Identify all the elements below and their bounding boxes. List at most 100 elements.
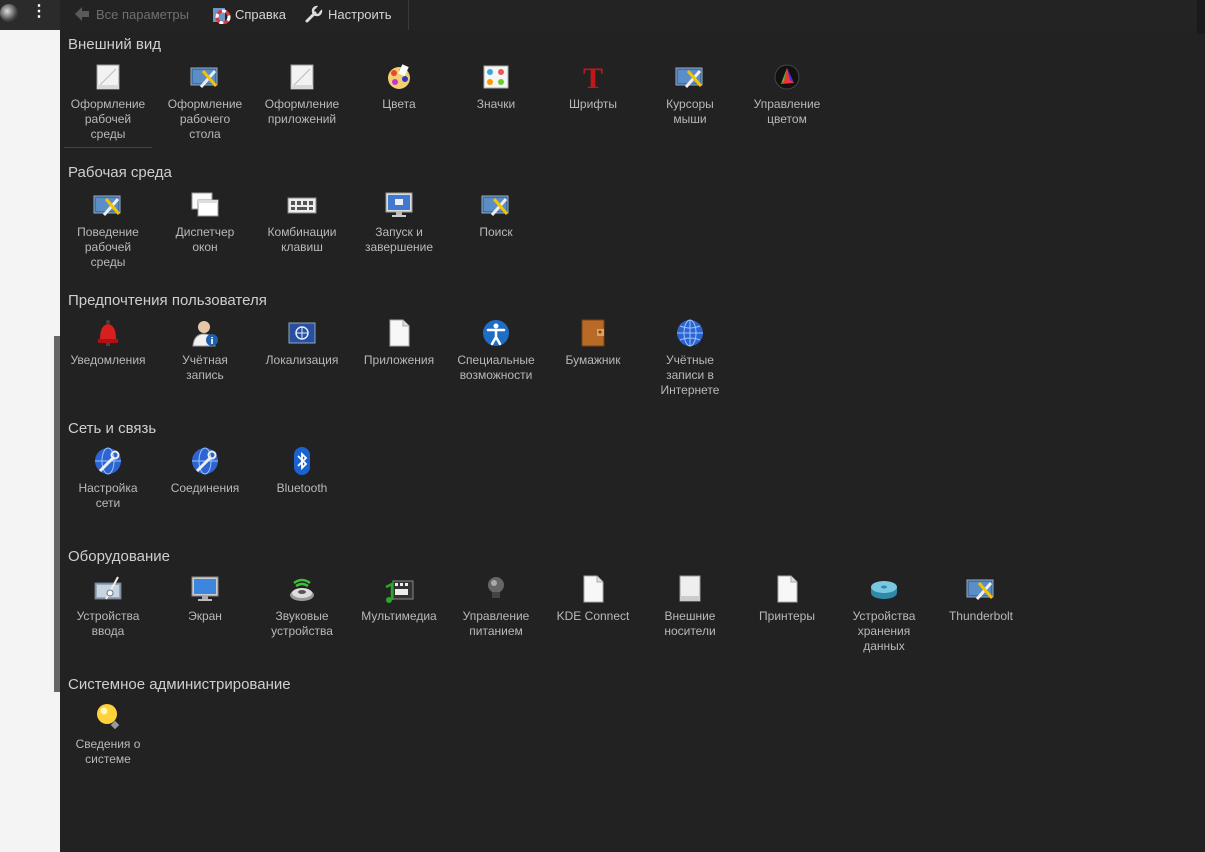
icons-grid-icon: [483, 65, 509, 89]
network-globe-icon: [95, 447, 121, 475]
background-window: ⋮: [0, 0, 60, 852]
settings-module-item[interactable]: Экран: [157, 573, 253, 624]
settings-module-item[interactable]: Внешние носители: [642, 573, 738, 639]
settings-module-label: Цвета: [382, 97, 416, 111]
speaker-icon: [290, 578, 314, 601]
settings-module-item[interactable]: Специальные возможности: [448, 317, 544, 383]
settings-module-item[interactable]: Bluetooth: [254, 445, 350, 496]
settings-module-item[interactable]: Значки: [448, 61, 544, 112]
settings-module-label: Запуск и завершение: [364, 225, 434, 254]
settings-module-label: Соединения: [170, 481, 240, 495]
settings-module-label: Устройства хранения данных: [852, 609, 916, 653]
multimedia-icon: [385, 580, 414, 603]
help-lifebuoy-icon: [213, 8, 231, 24]
settings-module-item[interactable]: Поиск: [448, 189, 544, 240]
settings-module-label: Оформление рабочей среды: [70, 97, 146, 141]
settings-module-label: Диспетчер окон: [175, 225, 235, 254]
settings-module-item[interactable]: KDE Connect: [545, 573, 641, 624]
back-button[interactable]: Все параметры: [72, 0, 189, 28]
lightbulb-dark-icon: [488, 577, 504, 601]
settings-module-label: Приложения: [363, 353, 435, 367]
settings-module-item[interactable]: Сведения о системе: [60, 701, 156, 767]
network-globe-icon: [192, 447, 218, 475]
input-devices-icon: [94, 576, 122, 600]
section-title: Оборудование: [68, 548, 171, 565]
svg-text:T: T: [583, 62, 603, 93]
settings-module-label: Управление цветом: [753, 97, 821, 126]
toolbar-separator: [408, 0, 409, 30]
settings-module-label: Принтеры: [759, 609, 815, 623]
settings-module-item[interactable]: Цвета: [351, 61, 447, 112]
configure-button[interactable]: Настроить: [304, 0, 392, 28]
desktop-tools-icon: [93, 195, 121, 216]
settings-module-label: Bluetooth: [276, 481, 328, 495]
settings-module-item[interactable]: Комбинации клавиш: [254, 189, 350, 255]
settings-module-item[interactable]: Диспетчер окон: [157, 189, 253, 255]
wrench-icon: [305, 5, 323, 23]
settings-module-item[interactable]: Управление питанием: [448, 573, 544, 639]
settings-module-item[interactable]: Приложения: [351, 317, 447, 368]
bluetooth-icon: [294, 447, 310, 475]
settings-module-label: Управление питанием: [462, 609, 530, 638]
settings-module-item[interactable]: Оформление приложений: [254, 61, 350, 127]
menu-kebab-icon[interactable]: ⋮: [31, 3, 47, 21]
settings-module-label: Оформление приложений: [264, 97, 340, 126]
settings-module-label: Поиск: [479, 225, 513, 239]
settings-module-item[interactable]: Принтеры: [739, 573, 835, 624]
settings-module-item[interactable]: Соединения: [157, 445, 253, 496]
app-icon[interactable]: [0, 4, 18, 22]
settings-module-item[interactable]: T Шрифты: [545, 61, 641, 112]
settings-module-label: KDE Connect: [556, 609, 630, 623]
settings-module-item[interactable]: Настройка сети: [60, 445, 156, 511]
settings-module-item[interactable]: Оформление рабочей среды: [60, 61, 156, 148]
globe-icon: [677, 319, 703, 347]
desktop-tools-icon: [481, 195, 509, 216]
lightbulb-icon: [97, 704, 120, 730]
settings-module-label: Шрифты: [568, 97, 618, 111]
back-button-label: Все параметры: [96, 6, 190, 22]
settings-module-label: Учётная запись: [182, 353, 228, 382]
settings-module-item[interactable]: Учётные записи в Интернете: [642, 317, 738, 398]
settings-module-label: Настройка сети: [78, 481, 138, 510]
settings-module-item[interactable]: Оформление рабочего стола: [157, 61, 253, 142]
settings-module-item[interactable]: i Учётная запись: [157, 317, 253, 383]
settings-module-item[interactable]: Курсоры мыши: [642, 61, 738, 127]
settings-module-item[interactable]: Управление цветом: [739, 61, 835, 127]
system-settings-window: Все параметры Справка Настроить Внешний …: [60, 0, 1205, 852]
settings-module-item[interactable]: Устройства ввода: [60, 573, 156, 639]
settings-module-label: Курсоры мыши: [666, 97, 714, 126]
settings-module-item[interactable]: Устройства хранения данных: [836, 573, 932, 654]
settings-module-item[interactable]: Мультимедиа: [351, 573, 447, 624]
document-icon: [290, 64, 314, 90]
desktop-tools-icon: [966, 579, 994, 600]
settings-module-item[interactable]: Звуковые устройства: [254, 573, 350, 639]
window-edge: [1197, 0, 1205, 34]
bell-icon: [98, 320, 118, 346]
blank-document-icon: [777, 575, 798, 603]
settings-module-label: Мультимедиа: [361, 609, 437, 623]
settings-module-label: Устройства ввода: [76, 609, 140, 638]
settings-module-label: Сведения о системе: [75, 737, 141, 766]
windows-icon: [191, 192, 219, 217]
back-arrow-icon: [75, 7, 89, 21]
settings-module-item[interactable]: Локализация: [254, 317, 350, 368]
user-icon: i: [192, 321, 218, 347]
toolbar: Все параметры Справка Настроить: [60, 0, 1205, 34]
settings-module-item[interactable]: Поведение рабочей среды: [60, 189, 156, 270]
settings-module-item[interactable]: Thunderbolt: [933, 573, 1029, 624]
help-button[interactable]: Справка: [211, 0, 286, 28]
settings-module-item[interactable]: Уведомления: [60, 317, 156, 368]
section-title: Предпочтения пользователя: [68, 292, 267, 309]
settings-module-item[interactable]: Бумажник: [545, 317, 641, 368]
removable-drive-icon: [679, 575, 701, 602]
font-icon: T: [583, 62, 603, 93]
section-title: Системное администрирование: [68, 676, 291, 693]
flag-icon: [288, 322, 316, 344]
desktop-tools-icon: [675, 67, 703, 88]
keyboard-icon: [287, 197, 317, 214]
settings-module-item[interactable]: Запуск и завершение: [351, 189, 447, 255]
settings-module-label: Оформление рабочего стола: [167, 97, 243, 141]
settings-module-label: Учётные записи в Интернете: [660, 353, 720, 397]
configure-button-label: Настроить: [328, 6, 392, 22]
settings-module-label: Экран: [188, 609, 222, 623]
